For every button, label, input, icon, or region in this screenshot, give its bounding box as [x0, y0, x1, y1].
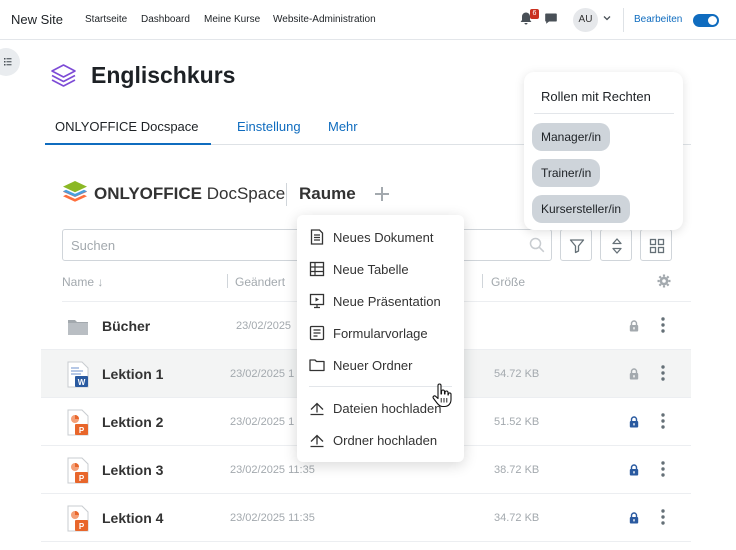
file-row[interactable]: P Lektion 4 23/02/2025 11:35 34.72 KB [41, 494, 691, 542]
spreadsheet-icon [309, 261, 325, 277]
role-badge-kursersteller: Kursersteller/in [532, 195, 631, 223]
grid-view-button[interactable] [640, 229, 672, 261]
folder-icon [68, 320, 88, 335]
docspace-brand: ONLYOFFICE DocSpace [94, 184, 286, 203]
form-template-icon [309, 325, 325, 341]
course-title: Englischkurs [91, 62, 236, 88]
more-options-icon[interactable] [661, 461, 665, 477]
svg-text:P: P [79, 474, 85, 483]
roles-panel: Rollen mit Rechten Manager/in Trainer/in… [524, 72, 683, 230]
role-badge-trainer: Trainer/in [532, 159, 601, 187]
menu-item-new-folder[interactable]: Neuer Ordner [297, 349, 464, 381]
create-dropdown-menu: Neues Dokument Neue Tabelle Neue Präsent… [297, 215, 464, 462]
docx-file-icon: W [67, 361, 89, 388]
lock-icon[interactable] [629, 368, 639, 380]
menu-divider [309, 386, 452, 387]
file-name[interactable]: Bücher [102, 318, 150, 334]
brand-separator [286, 183, 287, 206]
search-icon[interactable] [529, 237, 545, 253]
svg-text:P: P [79, 522, 85, 531]
svg-text:P: P [79, 426, 85, 435]
file-name[interactable]: Lektion 3 [102, 462, 163, 478]
file-name[interactable]: Lektion 1 [102, 366, 163, 382]
column-header-modified[interactable]: Geändert [235, 275, 285, 289]
gear-icon[interactable] [657, 274, 671, 288]
sort-icon [612, 238, 622, 254]
plus-icon[interactable] [374, 186, 390, 202]
document-icon [310, 229, 324, 245]
column-header-name[interactable]: Name ↓ [62, 275, 103, 289]
nav-link-website-administration[interactable]: Website-Administration [273, 14, 376, 25]
menu-item-new-spreadsheet[interactable]: Neue Tabelle [297, 253, 464, 285]
more-options-icon[interactable] [661, 413, 665, 429]
column-divider[interactable] [482, 274, 483, 288]
menu-item-new-presentation[interactable]: Neue Präsentation [297, 285, 464, 317]
folder-outline-icon [309, 359, 325, 372]
file-name[interactable]: Lektion 4 [102, 510, 163, 526]
file-modified-date: 23/02/2025 1 [230, 368, 295, 380]
menu-item-new-document[interactable]: Neues Dokument [297, 221, 464, 253]
upload-icon [310, 402, 324, 416]
menu-item-form-template[interactable]: Formularvorlage [297, 317, 464, 349]
tab-onlyoffice-docspace[interactable]: ONLYOFFICE Docspace [55, 119, 199, 134]
onlyoffice-logo-icon [63, 181, 87, 202]
file-modified-date: 23/02/2025 1 [230, 416, 295, 428]
lock-icon[interactable] [629, 464, 639, 476]
more-options-icon[interactable] [661, 509, 665, 525]
site-name[interactable]: New Site [11, 12, 63, 27]
filter-button[interactable] [560, 229, 592, 261]
file-modified-date: 23/02/2025 11:35 [230, 464, 315, 476]
pptx-file-icon: P [67, 409, 89, 436]
file-name[interactable]: Lektion 2 [102, 414, 163, 430]
column-header-size[interactable]: Größe [491, 275, 525, 289]
lock-icon[interactable] [629, 512, 639, 524]
edit-mode-toggle[interactable] [693, 14, 719, 27]
more-options-icon[interactable] [661, 317, 665, 333]
file-size: 34.72 KB [494, 512, 540, 524]
presentation-icon [309, 293, 325, 309]
notification-count-badge: 6 [530, 9, 539, 19]
course-index-drawer-button[interactable] [0, 48, 20, 76]
file-size: 38.72 KB [494, 464, 540, 476]
file-size: 51.52 KB [494, 416, 540, 428]
column-divider[interactable] [227, 274, 228, 288]
roles-divider [534, 113, 674, 114]
section-title: Raume [299, 184, 356, 203]
messages-icon[interactable] [545, 13, 557, 24]
top-navbar: New Site Startseite Dashboard Meine Kurs… [0, 0, 736, 40]
tab-mehr[interactable]: Mehr [328, 119, 358, 134]
roles-panel-title: Rollen mit Rechten [541, 89, 651, 104]
filter-icon [569, 239, 585, 254]
hand-pointer-cursor-icon [432, 383, 452, 408]
upload-folder-icon [310, 434, 324, 448]
file-size: 54.72 KB [494, 368, 540, 380]
list-icon [4, 58, 12, 66]
grid-view-icon [649, 238, 665, 254]
sort-button[interactable] [600, 229, 632, 261]
lock-icon[interactable] [629, 320, 639, 332]
file-modified-date: 23/02/2025 [236, 320, 292, 332]
user-avatar[interactable]: AU [573, 8, 598, 32]
navbar-divider [623, 8, 624, 32]
sort-arrow-icon: ↓ [97, 275, 104, 289]
search-placeholder: Suchen [71, 238, 116, 253]
svg-text:W: W [78, 378, 86, 387]
course-layers-icon [51, 64, 76, 87]
nav-link-dashboard[interactable]: Dashboard [141, 14, 190, 25]
pptx-file-icon: P [67, 457, 89, 484]
active-tab-indicator [45, 143, 211, 145]
menu-item-upload-folder[interactable]: Ordner hochladen [297, 424, 464, 456]
lock-icon[interactable] [629, 416, 639, 428]
nav-link-meine-kurse[interactable]: Meine Kurse [204, 14, 260, 25]
chevron-down-icon[interactable] [603, 15, 611, 21]
nav-link-startseite[interactable]: Startseite [85, 14, 127, 25]
file-modified-date: 23/02/2025 11:35 [230, 512, 315, 524]
more-options-icon[interactable] [661, 365, 665, 381]
pptx-file-icon: P [67, 505, 89, 532]
role-badge-manager: Manager/in [532, 123, 611, 151]
edit-mode-label: Bearbeiten [634, 14, 683, 25]
tab-einstellung[interactable]: Einstellung [237, 119, 301, 134]
